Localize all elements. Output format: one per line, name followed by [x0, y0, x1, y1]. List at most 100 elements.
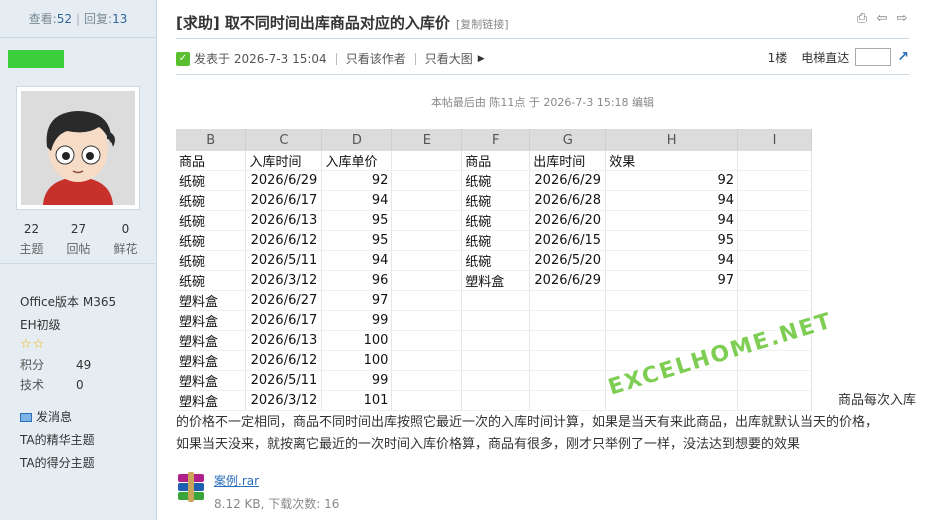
sheet-cell: 2026/6/13 [245, 330, 323, 351]
print-icon[interactable]: ⎙ [855, 12, 869, 26]
sheet-cell [605, 290, 739, 311]
elevator-go-icon[interactable]: ↗ [897, 49, 909, 65]
elevator-input[interactable] [855, 48, 892, 66]
sheet-cell: 纸碗 [461, 170, 531, 191]
sheet-cell [737, 270, 812, 291]
sheet-cell [391, 250, 463, 271]
floor-nav: 1楼 电梯直达 ↗ [768, 48, 909, 66]
post-text-line: 商品每次入库 [837, 393, 916, 408]
sheet-cell: 塑料盒 [461, 270, 531, 291]
column-header: H [605, 129, 739, 151]
points-label: 积分 [20, 358, 45, 372]
send-message-link[interactable]: 发消息 [20, 406, 95, 429]
sheet-cell: 94 [321, 250, 393, 271]
count-label: 回帖 [66, 242, 91, 256]
sheet-cell: 2026/6/29 [245, 170, 323, 191]
stats-separator: | [75, 11, 81, 26]
sheet-cell: 2026/6/20 [529, 210, 607, 231]
sheet-cell: 97 [605, 270, 739, 291]
sheet-row: 纸碗 2026/6/29 92 纸碗 2026/6/29 92 [176, 170, 812, 191]
user-info: Office版本 M365 EH初级 ☆☆ 积分 49 技术 0 [20, 292, 116, 395]
attachment-info: 8.12 KB, 下载次数: 16 [214, 497, 340, 511]
user-links: 发消息 TA的精华主题 TA的得分主题 [20, 406, 95, 475]
divider [176, 38, 909, 39]
sheet-cell [391, 370, 463, 391]
floor-number: 1楼 [767, 50, 788, 65]
sheet-cell [391, 151, 463, 171]
sheet-cell [737, 370, 812, 391]
points-value: 49 [76, 358, 92, 372]
sheet-cell [391, 230, 463, 251]
sheet-cell: 99 [321, 310, 393, 331]
post-title: [求助] 取不同时间出库商品对应的入库价 [176, 14, 450, 32]
sheet-cell: 入库时间 [245, 151, 323, 171]
next-thread-icon[interactable]: ⇨ [895, 12, 909, 26]
count-value: 27 [70, 222, 87, 236]
views-count: 52 [56, 11, 72, 26]
forum-post-page: 查看: 52 | 回复: 13 22 主题 27 回帖 0 鲜花 Office版… [0, 0, 927, 520]
post-meta: ✓ 发表于 2026-7-3 15:04 只看该作者 只看大图 ▶ [176, 50, 485, 67]
sheet-cell: 95 [321, 230, 393, 251]
sheet-cell: 2026/6/15 [529, 230, 607, 251]
avatar-image [21, 91, 135, 205]
sheet-cell [461, 310, 531, 331]
sheet-cell: 纸碗 [176, 190, 247, 211]
post-text-line: 如果当天没来，就按离它最近的一次时间入库价格算，商品有很多，刚才只举例了一样，没… [176, 437, 801, 452]
sheet-cell: 入库单价 [321, 151, 393, 171]
sheet-cell [391, 190, 463, 211]
sheet-cell [529, 370, 607, 391]
copy-link[interactable]: [复制链接] [456, 16, 509, 32]
sheet-cell: 100 [321, 330, 393, 351]
sheet-cell: 2026/6/12 [245, 350, 323, 371]
sheet-cell [737, 170, 812, 191]
replies-count: 13 [112, 11, 128, 26]
sheet-cell [737, 290, 812, 311]
sheet-cell: 2026/3/12 [245, 270, 323, 291]
attachment-link[interactable]: 案例.rar [214, 472, 339, 489]
sheet-cell [391, 270, 463, 291]
thread-tools: ⎙ ⇦ ⇨ [855, 12, 909, 26]
avatar[interactable] [16, 86, 140, 210]
essence-topics-link[interactable]: TA的精华主题 [20, 429, 95, 452]
user-rank[interactable]: EH初级 [20, 315, 116, 335]
sheet-cell: 92 [605, 170, 739, 191]
sheet-cell [737, 151, 812, 171]
views-label: 查看: [28, 12, 57, 26]
count-value: 22 [23, 222, 40, 236]
count-posts[interactable]: 27 回帖 [66, 222, 90, 263]
sheet-cell: 塑料盒 [176, 310, 247, 331]
sheet-row: 纸碗 2026/6/17 94 纸碗 2026/6/28 94 [176, 190, 812, 211]
sheet-cell: 纸碗 [176, 270, 247, 291]
sheet-cell: 2026/6/29 [529, 170, 607, 191]
count-topics[interactable]: 22 主题 [19, 222, 43, 263]
sheet-cell: 2026/6/27 [245, 290, 323, 311]
sheet-cell: 纸碗 [176, 250, 247, 271]
sheet-cell: 2026/6/17 [245, 310, 323, 331]
sheet-cell [461, 370, 531, 391]
sheet-row: 纸碗 2026/5/11 94 纸碗 2026/5/20 94 [176, 250, 812, 271]
sheet-cell: 94 [605, 210, 739, 231]
office-version: Office版本 M365 [20, 295, 117, 309]
post-body: 商品每次入库 的价格不一定相同，商品不同时间出库按照它最近一次的入库时间计算，如… [176, 390, 916, 456]
username-bar[interactable] [8, 50, 64, 68]
sheet-row: 纸碗 2026/6/13 95 纸碗 2026/6/20 94 [176, 210, 812, 231]
column-header: C [245, 129, 323, 151]
play-icon[interactable]: ▶ [478, 54, 485, 64]
scored-topics-link[interactable]: TA的得分主题 [20, 452, 95, 475]
sheet-cell: 纸碗 [461, 210, 531, 231]
count-flowers[interactable]: 0 鲜花 [113, 222, 137, 263]
sheet-column-headers: BCDEFGHI [176, 129, 812, 151]
sheet-cell: 出库时间 [529, 151, 607, 171]
sheet-row: 商品 入库时间 入库单价 商品 出库时间 效果 [176, 151, 812, 171]
prev-thread-icon[interactable]: ⇦ [875, 12, 889, 26]
edit-note: 本帖最后由 陈11点 于 2026-7-3 15:18 编辑 [430, 96, 655, 109]
only-author-link[interactable]: 只看该作者 [346, 50, 406, 67]
sheet-row: 塑料盒 2026/6/27 97 [176, 290, 812, 311]
post-text-line: 的价格不一定相同，商品不同时间出库按照它最近一次的入库时间计算，如果是当天有来此… [176, 415, 879, 430]
sheet-cell [461, 330, 531, 351]
sheet-cell [391, 310, 463, 331]
column-header: I [737, 129, 812, 151]
sheet-cell: 纸碗 [461, 230, 531, 251]
rar-file-icon[interactable] [176, 472, 206, 502]
only-images-link[interactable]: 只看大图 [425, 50, 473, 67]
